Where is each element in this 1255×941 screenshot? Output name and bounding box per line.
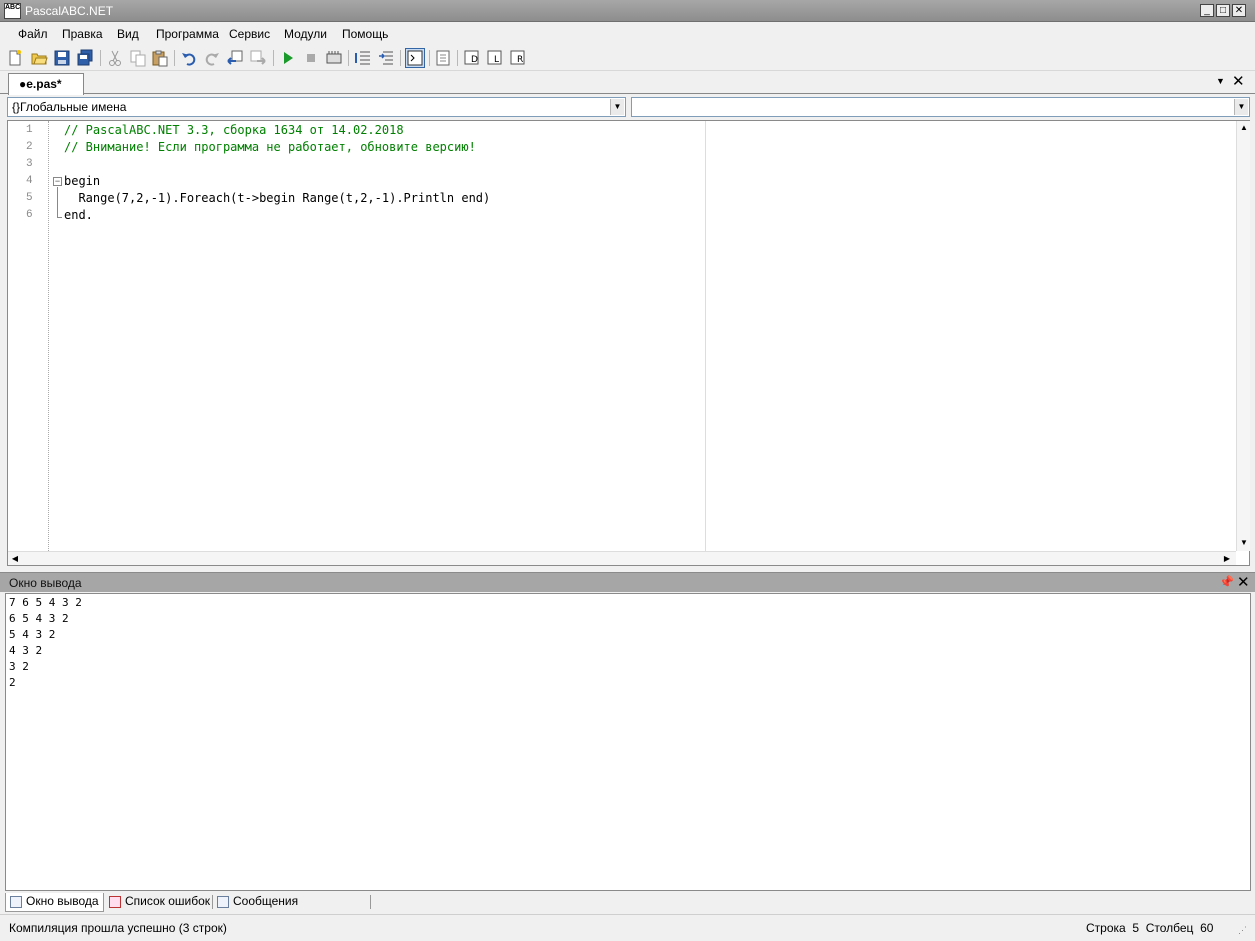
scope-combo-value: {}Глобальные имена [12,100,127,114]
debug-window-icon[interactable]: D [463,49,481,67]
status-message: Компиляция прошла успешно (3 строк) [9,921,227,935]
menu-file[interactable]: Файл [18,27,48,41]
menu-program[interactable]: Программа [156,27,219,41]
output-line: 6 5 4 3 2 [9,612,69,625]
tab-e-pas[interactable]: ●e.pas* [8,73,84,95]
line-number: 5 [26,192,33,204]
toolbar: D L R [0,45,1255,71]
output-line: 7 6 5 4 3 2 [9,596,82,609]
output-line: 4 3 2 [9,644,43,657]
menu-modules[interactable]: Модули [284,27,327,41]
scroll-left-icon[interactable]: ◀ [8,552,22,566]
tab-error-list[interactable]: Список ошибок [105,893,213,912]
fold-toggle-icon[interactable]: − [53,177,62,186]
locals-window-icon[interactable]: R [509,49,527,67]
copy-icon[interactable] [129,49,147,67]
step-into-icon[interactable] [377,49,395,67]
close-button[interactable]: ✕ [1232,4,1246,17]
output-line: 5 4 3 2 [9,628,56,641]
code-line: // PascalABC.NET 3.3, сборка 1634 от 14.… [64,123,404,137]
output-line: 2 [9,676,16,689]
output-toggle-icon[interactable] [405,48,425,68]
svg-text:R: R [517,55,523,65]
line-number: 4 [26,175,33,187]
watch-window-icon[interactable]: L [486,49,504,67]
close-panel-icon[interactable]: ✕ [1237,573,1250,591]
scroll-down-icon[interactable]: ▼ [1237,536,1251,550]
title-bar [0,0,1255,22]
run-icon[interactable] [279,49,297,67]
step-over-icon[interactable] [354,49,372,67]
menu-view[interactable]: Вид [117,27,139,41]
member-combo[interactable]: ▼ [631,97,1250,117]
horizontal-scrollbar[interactable]: ◀ ▶ [8,551,1236,565]
scope-combo[interactable]: {}Глобальные имена ▼ [7,97,626,117]
scroll-right-icon[interactable]: ▶ [1220,552,1234,566]
menu-service[interactable]: Сервис [229,27,270,41]
navigate-back-icon[interactable] [226,49,244,67]
maximize-button[interactable]: □ [1216,4,1230,17]
menu-edit[interactable]: Правка [62,27,103,41]
error-list-icon [109,896,121,908]
save-all-icon[interactable] [76,49,94,67]
output-panel-header: Окно вывода 📌 ✕ [0,572,1255,592]
output-line: 3 2 [9,660,29,673]
output-window-icon [10,896,22,908]
fold-line [57,187,58,213]
cursor-position: Строка 5 Столбец 60 [1086,921,1214,935]
app-icon: ABC [4,3,21,19]
code-line: Range(7,2,-1).Foreach(t->begin Range(t,2… [64,191,491,205]
fold-end-marker [57,213,62,218]
right-margin-guide [705,121,706,551]
menu-help[interactable]: Помощь [342,27,388,41]
new-file-icon[interactable] [6,49,24,67]
line-number: 6 [26,209,33,221]
output-panel-title: Окно вывода [9,576,82,590]
tab-list-dropdown-icon[interactable]: ▼ [1216,76,1226,88]
compiler-messages-icon [217,896,229,908]
chevron-down-icon[interactable]: ▼ [610,99,624,115]
scroll-up-icon[interactable]: ▲ [1237,121,1251,135]
window-title: PascalABC.NET [25,4,114,18]
status-bar: Компиляция прошла успешно (3 строк) Стро… [0,914,1255,941]
redo-icon[interactable] [203,49,221,67]
code-editor[interactable]: 1 2 3 4 5 6 − // PascalABC.NET 3.3, сбор… [7,120,1250,566]
paste-icon[interactable] [151,49,169,67]
tab-label: Список ошибок [125,894,211,908]
close-tab-icon[interactable]: ✕ [1232,74,1245,90]
chevron-down-icon[interactable]: ▼ [1234,99,1248,115]
resize-grip-icon[interactable]: ⋰ [1238,925,1250,937]
stop-icon[interactable] [302,49,320,67]
code-line: end. [64,208,93,222]
undo-icon[interactable] [180,49,198,67]
cut-icon[interactable] [106,49,124,67]
svg-text:D: D [471,55,478,65]
vertical-scrollbar[interactable]: ▲ ▼ [1236,121,1250,551]
svg-text:L: L [494,55,499,65]
document-tab-strip [0,72,1255,94]
line-number-gutter: 1 2 3 4 5 6 [8,121,34,551]
open-icon[interactable] [30,49,48,67]
line-number: 1 [26,124,33,136]
tab-label: Окно вывода [26,894,99,908]
save-icon[interactable] [53,49,71,67]
code-line: begin [64,174,101,188]
menu-bar: Файл Правка Вид Программа Сервис Модули … [0,23,1255,44]
pin-icon[interactable]: 📌 [1219,575,1234,589]
navigate-forward-icon[interactable] [249,49,267,67]
code-line: // Внимание! Если программа не работает,… [64,140,476,154]
output-window[interactable]: 7 6 5 4 3 2 6 5 4 3 2 5 4 3 2 4 3 2 3 2 … [5,593,1251,891]
line-number: 2 [26,141,33,153]
compile-icon[interactable] [325,49,343,67]
tab-compiler-messages[interactable]: Сообщения компилятора [213,893,369,925]
format-icon[interactable] [434,49,452,67]
line-number: 3 [26,158,33,170]
fold-gutter [48,121,49,551]
tab-output-window[interactable]: Окно вывода [5,893,104,912]
minimize-button[interactable]: _ [1200,4,1214,17]
